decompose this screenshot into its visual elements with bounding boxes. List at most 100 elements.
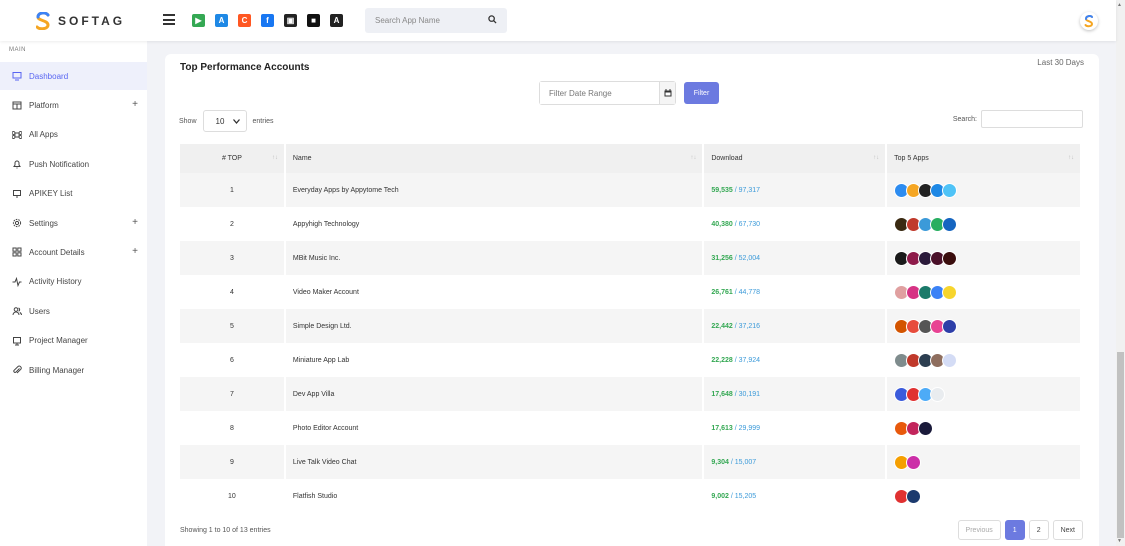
download-cell: 9,002 / 15,205 bbox=[703, 479, 888, 513]
download-cell: 22,442 / 37,216 bbox=[703, 309, 888, 343]
expand-plus-icon[interactable]: + bbox=[132, 217, 138, 228]
app-icon[interactable] bbox=[906, 488, 922, 504]
sidebar-item-dashboard[interactable]: Dashboard bbox=[0, 62, 147, 90]
table-row[interactable]: 3 MBit Music Inc. 31,256 / 52,004 bbox=[180, 241, 1082, 275]
app-icon[interactable] bbox=[930, 386, 946, 402]
chevron-down-icon bbox=[232, 117, 240, 126]
expand-plus-icon[interactable]: + bbox=[132, 99, 138, 110]
sidebar-item-users[interactable]: Users bbox=[0, 297, 147, 325]
hamburger-menu-icon[interactable] bbox=[163, 14, 175, 25]
rank-cell: 4 bbox=[180, 275, 286, 309]
pagination: Previous 1 2 Next bbox=[957, 520, 1083, 540]
filter-button[interactable]: Filter bbox=[684, 82, 719, 104]
next-page-button[interactable]: Next bbox=[1052, 520, 1083, 540]
search-icon[interactable] bbox=[488, 15, 497, 26]
app-icon[interactable] bbox=[918, 420, 934, 436]
column-header-name[interactable]: Name ↑↓ bbox=[284, 144, 705, 173]
app-icon[interactable] bbox=[942, 216, 958, 232]
user-avatar[interactable] bbox=[1080, 12, 1098, 30]
download-cell: 17,613 / 29,999 bbox=[703, 411, 888, 445]
column-header-rank[interactable]: # TOP ↑↓ bbox=[180, 144, 286, 173]
entries-length-control: Show 10 entries bbox=[179, 110, 274, 132]
monitor-icon bbox=[12, 71, 22, 81]
expand-plus-icon[interactable]: + bbox=[132, 246, 138, 257]
table-row[interactable]: 2 Appyhigh Technology 40,380 / 67,730 bbox=[180, 207, 1082, 241]
sidebar-item-settings[interactable]: Settings + bbox=[0, 209, 147, 237]
column-header-top-apps[interactable]: Top 5 Apps ↑↓ bbox=[886, 144, 1082, 173]
sidebar-item-apikey-list[interactable]: APIKEY List bbox=[0, 180, 147, 208]
table-row[interactable]: 1 Everyday Apps by Appytome Tech 59,535 / … bbox=[180, 173, 1082, 207]
sidebar-item-push-notification[interactable]: Push Notification bbox=[0, 150, 147, 178]
sidebar-item-all-apps[interactable]: All Apps bbox=[0, 121, 147, 149]
account-name-cell[interactable]: Everyday Apps by Appytome Tech bbox=[284, 173, 705, 207]
page-scrollbar[interactable]: ▲ ▼ bbox=[1116, 0, 1125, 546]
sidebar-item-platform[interactable]: Platform + bbox=[0, 91, 147, 119]
account-name-cell[interactable]: Miniature App Lab bbox=[284, 343, 705, 377]
date-range-input[interactable] bbox=[540, 82, 659, 104]
layout-icon bbox=[12, 247, 22, 257]
account-name-cell[interactable]: Appyhigh Technology bbox=[284, 207, 705, 241]
downloads-value: 22,228 bbox=[711, 356, 733, 364]
store-icon-bar: ▶ A Cf ▣ ■ A bbox=[192, 14, 343, 27]
top-apps-cell bbox=[886, 309, 1082, 343]
appgallery-icon[interactable]: C bbox=[238, 14, 251, 27]
downloads-value: 31,256 bbox=[711, 254, 733, 262]
entries-select[interactable]: 10 bbox=[202, 110, 247, 132]
app-icon[interactable] bbox=[942, 250, 958, 266]
facebook-icon[interactable]: f bbox=[261, 14, 274, 27]
app-store-icon[interactable]: A bbox=[215, 14, 228, 27]
brand-logo[interactable]: SOFTAG bbox=[35, 11, 125, 31]
calendar-icon[interactable] bbox=[659, 82, 675, 104]
page-button-2[interactable]: 2 bbox=[1028, 520, 1049, 540]
account-name-cell[interactable]: Video Maker Account bbox=[284, 275, 705, 309]
entries-label: entries bbox=[252, 117, 274, 125]
previous-page-button[interactable]: Previous bbox=[957, 520, 1001, 540]
account-name-cell[interactable]: Simple Design Ltd. bbox=[284, 309, 705, 343]
account-name-cell[interactable]: Flatfish Studio bbox=[284, 479, 705, 513]
app-icon[interactable] bbox=[942, 352, 958, 368]
account-name-cell[interactable]: MBit Music Inc. bbox=[284, 241, 705, 275]
sidebar-item-billing-manager[interactable]: Billing Manager bbox=[0, 356, 147, 384]
sidebar-item-label: Dashboard bbox=[29, 71, 69, 81]
table-row[interactable]: 4 Video Maker Account 26,761 / 44,778 bbox=[180, 275, 1082, 309]
app-search-input[interactable] bbox=[375, 16, 475, 25]
table-row[interactable]: 7 Dev App Villa 17,648 / 30,191 bbox=[180, 377, 1082, 411]
table-row[interactable]: 10 Flatfish Studio 9,002 / 15,205 bbox=[180, 479, 1082, 513]
column-header-download[interactable]: Download ↑↓ bbox=[703, 144, 888, 173]
app-icon[interactable] bbox=[942, 182, 958, 198]
downloads-total: / 97,317 bbox=[734, 186, 761, 194]
app-icon[interactable] bbox=[942, 318, 958, 334]
table-row[interactable]: 9 Live Talk Video Chat 9,304 / 15,007 bbox=[180, 445, 1082, 479]
command-icon bbox=[12, 130, 22, 140]
downloads-total: / 15,205 bbox=[730, 492, 757, 500]
rank-cell: 6 bbox=[180, 343, 286, 377]
show-label: Show bbox=[179, 117, 197, 125]
gear-icon bbox=[12, 218, 22, 228]
table-search-input[interactable] bbox=[981, 110, 1083, 128]
sidebar-item-account-details[interactable]: Account Details + bbox=[0, 238, 147, 266]
table-row[interactable]: 6 Miniature App Lab 22,228 / 37,924 bbox=[180, 343, 1082, 377]
store-icon[interactable]: ■ bbox=[307, 14, 320, 27]
sidebar: MAIN Dashboard Platform + All Apps Push Noti… bbox=[0, 41, 147, 546]
table-search: Search: bbox=[953, 110, 1083, 128]
app-icon[interactable] bbox=[906, 454, 922, 470]
page-button-1[interactable]: 1 bbox=[1004, 520, 1025, 540]
sidebar-item-activity-history[interactable]: Activity History bbox=[0, 268, 147, 296]
windows-store-icon[interactable]: ▣ bbox=[284, 14, 297, 27]
grid-icon bbox=[12, 100, 22, 110]
account-name-cell[interactable]: Photo Editor Account bbox=[284, 411, 705, 445]
sidebar-item-label: APIKEY List bbox=[29, 189, 73, 199]
sidebar-item-project-manager[interactable]: Project Manager bbox=[0, 327, 147, 355]
table-row[interactable]: 8 Photo Editor Account 17,613 / 29,999 bbox=[180, 411, 1082, 445]
scrollbar-thumb[interactable] bbox=[1117, 352, 1124, 538]
scroll-down-arrow-icon[interactable]: ▼ bbox=[1117, 538, 1122, 544]
app-icon[interactable] bbox=[942, 284, 958, 300]
table-row[interactable]: 5 Simple Design Ltd. 22,442 / 37,216 bbox=[180, 309, 1082, 343]
account-name-cell[interactable]: Dev App Villa bbox=[284, 377, 705, 411]
scroll-up-arrow-icon[interactable]: ▲ bbox=[1117, 2, 1122, 8]
bell-icon bbox=[12, 159, 22, 169]
top-apps-cell bbox=[886, 275, 1082, 309]
google-play-icon[interactable]: ▶ bbox=[192, 14, 205, 27]
amazon-store-icon[interactable]: A bbox=[330, 14, 343, 27]
account-name-cell[interactable]: Live Talk Video Chat bbox=[284, 445, 705, 479]
